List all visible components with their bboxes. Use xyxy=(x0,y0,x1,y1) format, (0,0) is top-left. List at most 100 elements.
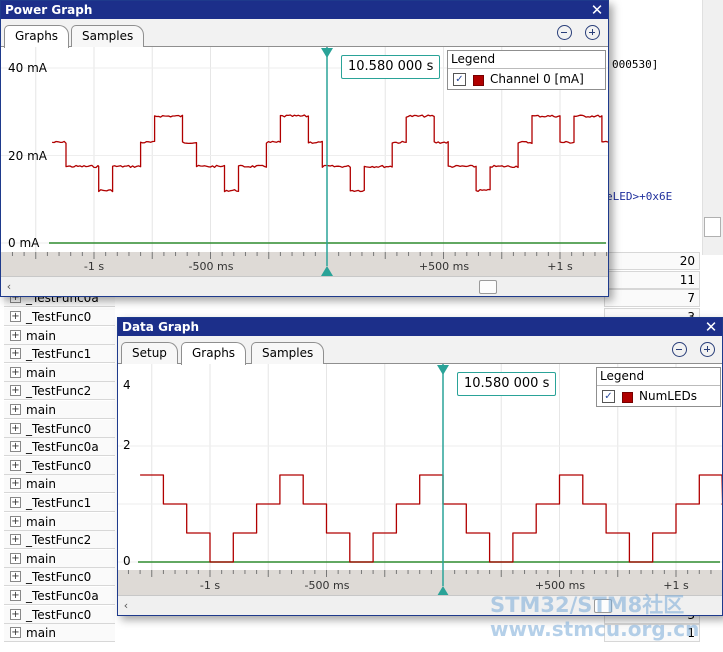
x-tick-label: +1 s xyxy=(663,579,689,592)
series-line xyxy=(52,114,608,193)
data-graph-close-icon[interactable]: ✕ xyxy=(704,318,718,336)
zoom-in-icon[interactable] xyxy=(700,342,715,357)
expand-icon[interactable]: + xyxy=(10,404,21,416)
list-item-cell: + _TestFunc0 xyxy=(4,308,115,327)
expand-icon[interactable]: + xyxy=(10,385,21,397)
x-tick-label: -1 s xyxy=(199,579,221,592)
expand-icon[interactable]: + xyxy=(10,515,21,527)
legend-swatch xyxy=(622,392,633,403)
list-item-label: _TestFunc0 xyxy=(26,421,92,436)
scroll-left-icon[interactable]: ‹ xyxy=(120,596,132,616)
list-item-cell: + _TestFunc2 xyxy=(4,531,115,550)
list-item-label: _TestFunc0 xyxy=(26,458,92,473)
legend-title: Legend xyxy=(600,369,645,383)
list-item-label: _TestFunc1 xyxy=(26,496,92,511)
x-tick-label: -500 ms xyxy=(188,260,234,273)
expand-icon[interactable]: + xyxy=(10,329,21,341)
code-line-symbol: eLED>+0x6E xyxy=(606,190,673,203)
power-graph-titlebar[interactable]: Power Graph ✕ xyxy=(1,1,608,19)
x-tick-label: +500 ms xyxy=(418,260,470,273)
expand-icon[interactable]: + xyxy=(10,571,21,583)
expand-icon[interactable]: + xyxy=(10,534,21,546)
y-tick-label: 40 mA xyxy=(8,61,47,75)
background-scrollbar-thumb[interactable] xyxy=(704,217,721,237)
list-item-cell: + _TestFunc0a xyxy=(4,438,115,457)
list-item-label: main xyxy=(26,626,56,641)
legend-series-name: NumLEDs xyxy=(639,389,698,403)
expand-icon[interactable]: + xyxy=(10,348,21,360)
list-item-label: _TestFunc1 xyxy=(26,347,92,362)
list-item-cell: + main xyxy=(4,624,115,643)
scroll-left-icon[interactable]: ‹ xyxy=(3,277,15,297)
y-tick-label: 0 mA xyxy=(8,236,40,250)
list-item-label: _TestFunc2 xyxy=(26,384,92,399)
list-item-label: _TestFunc0a xyxy=(26,589,99,604)
power-graph-window: Power Graph ✕ Graphs Samples 40 mA 20 mA… xyxy=(0,0,609,297)
list-item-cell: + _TestFunc0 xyxy=(4,605,115,624)
list-item-label: main xyxy=(26,328,56,343)
zoom-in-icon[interactable] xyxy=(585,25,600,40)
list-item-cell: + main xyxy=(4,401,115,420)
zoom-out-icon[interactable] xyxy=(557,25,572,40)
data-graph-window: Data Graph ✕ Setup Graphs Samples 4 2 0 … xyxy=(117,317,723,616)
tab-graphs[interactable]: Graphs xyxy=(181,342,247,365)
legend-checkbox[interactable]: ✓ xyxy=(602,390,615,403)
data-graph-titlebar[interactable]: Data Graph ✕ xyxy=(118,318,722,336)
zoom-out-icon[interactable] xyxy=(672,342,687,357)
power-graph-close-icon[interactable]: ✕ xyxy=(590,1,604,19)
list-item-label: main xyxy=(26,551,56,566)
expand-icon[interactable]: + xyxy=(10,590,21,602)
list-item-cell: + main xyxy=(4,475,115,494)
expand-icon[interactable]: + xyxy=(10,552,21,564)
legend-divider xyxy=(448,68,605,69)
list-item-count: 20 xyxy=(604,252,700,271)
cursor-time-readout: 10.580 000 s xyxy=(341,55,441,79)
y-tick-label: 0 xyxy=(123,554,131,568)
data-graph-tabbar: Setup Graphs Samples xyxy=(118,336,722,365)
power-graph-tabbar: Graphs Samples xyxy=(1,19,608,48)
expand-icon[interactable]: + xyxy=(10,497,21,509)
list-item-cell: + _TestFunc0a xyxy=(4,587,115,606)
tab-samples[interactable]: Samples xyxy=(251,342,325,364)
list-item-cell: + main xyxy=(4,512,115,531)
expand-icon[interactable]: + xyxy=(10,478,21,490)
list-item-cell: + _TestFunc0 xyxy=(4,568,115,587)
list-item-cell: + main xyxy=(4,326,115,345)
list-item-label: _TestFunc0 xyxy=(26,570,92,585)
x-tick-label: -500 ms xyxy=(304,579,350,592)
expand-icon[interactable]: + xyxy=(10,366,21,378)
legend-checkbox[interactable]: ✓ xyxy=(453,73,466,86)
legend-divider xyxy=(597,385,720,386)
y-tick-label: 4 xyxy=(123,378,131,392)
list-item-cell: + _TestFunc0 xyxy=(4,419,115,438)
power-graph-hscrollbar[interactable]: ‹ xyxy=(1,276,608,296)
expand-icon[interactable]: + xyxy=(10,627,21,639)
x-tick-label: +1 s xyxy=(547,260,573,273)
power-graph-title: Power Graph xyxy=(5,3,93,17)
legend-title: Legend xyxy=(451,52,496,66)
series-line xyxy=(140,474,722,563)
expand-icon[interactable]: + xyxy=(10,441,21,453)
expand-icon[interactable]: + xyxy=(10,311,21,323)
tab-samples[interactable]: Samples xyxy=(71,25,145,47)
data-graph-legend: Legend ✓ NumLEDs xyxy=(596,367,721,407)
scroll-thumb[interactable] xyxy=(479,280,497,294)
list-item-label: main xyxy=(26,403,56,418)
list-item-cell: + _TestFunc0 xyxy=(4,456,115,475)
list-item-cell: + _TestFunc2 xyxy=(4,382,115,401)
cursor-marker-top xyxy=(321,48,333,58)
legend-swatch xyxy=(473,75,484,86)
expand-icon[interactable]: + xyxy=(10,608,21,620)
expand-icon[interactable]: + xyxy=(10,422,21,434)
data-graph-title: Data Graph xyxy=(122,320,200,334)
tab-graphs[interactable]: Graphs xyxy=(4,25,70,48)
list-item-label: _TestFunc2 xyxy=(26,533,92,548)
list-item-cell: + main xyxy=(4,549,115,568)
expand-icon[interactable]: + xyxy=(10,459,21,471)
tab-setup[interactable]: Setup xyxy=(121,342,178,364)
list-item-count: 7 xyxy=(604,289,700,308)
x-tick-label: -1 s xyxy=(83,260,105,273)
list-item-label: main xyxy=(26,477,56,492)
code-line-address: 000530] xyxy=(612,58,659,71)
list-item-cell: + main xyxy=(4,363,115,382)
